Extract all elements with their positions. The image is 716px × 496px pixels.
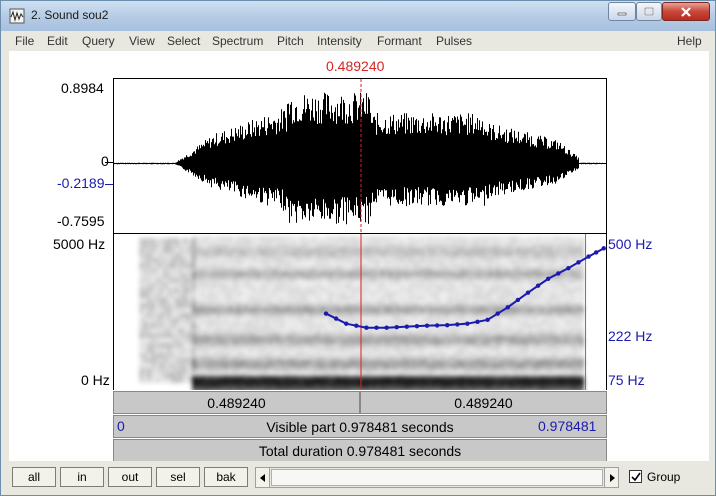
pitch-point <box>434 323 440 328</box>
zoom-back-button[interactable]: bak <box>204 467 248 487</box>
pitch-point <box>495 311 500 316</box>
title-bar[interactable]: 2. Sound sou2 <box>1 1 715 31</box>
scroll-thumb[interactable] <box>271 469 603 486</box>
pitch-point <box>576 260 581 265</box>
left-segment-duration: 0.489240 <box>207 394 266 411</box>
checkmark-icon <box>630 472 641 481</box>
visible-end-label: 0.978481 <box>538 418 597 434</box>
arrow-left-icon <box>259 473 265 482</box>
praat-app-icon <box>9 8 25 24</box>
pitch-point <box>455 322 460 327</box>
zoom-all-label: all <box>27 470 40 484</box>
zoom-all-button[interactable]: all <box>12 467 56 487</box>
spectrogram-panel[interactable] <box>113 234 607 390</box>
zoom-in-label: in <box>77 470 87 484</box>
left-segment-bar[interactable]: 0.489240 <box>113 391 360 414</box>
window-title: 2. Sound sou2 <box>31 8 109 22</box>
zoom-out-label: out <box>121 470 139 484</box>
spectrogram-freq-min-label: 0 Hz <box>81 372 110 388</box>
total-duration-text: Total duration 0.978481 seconds <box>258 442 462 459</box>
pitch-point <box>586 254 591 259</box>
menu-file[interactable]: File <box>15 34 34 48</box>
pitch-point <box>525 290 531 295</box>
cursor-time-label: 0.489240 <box>326 58 385 74</box>
group-label: Group <box>647 470 681 484</box>
menu-edit[interactable]: Edit <box>47 34 68 48</box>
maximize-icon <box>644 6 654 16</box>
bottom-bar: all in out sel bak Group <box>1 461 715 495</box>
spectrogram-freq-max-label: 5000 Hz <box>53 236 106 252</box>
pitch-point <box>545 276 551 281</box>
close-button[interactable] <box>662 2 710 21</box>
pitch-point <box>404 324 410 329</box>
pitch-point <box>566 265 571 271</box>
pitch-point <box>364 325 369 330</box>
pitch-point <box>323 311 329 316</box>
zoom-back-label: bak <box>216 470 236 484</box>
pitch-point <box>515 297 521 303</box>
pitch-point <box>414 323 420 329</box>
pitch-point <box>354 323 359 328</box>
horizontal-scrollbar[interactable] <box>255 467 619 488</box>
scroll-right-button[interactable] <box>604 468 618 487</box>
visible-part-text: Visible part 0.978481 seconds <box>266 418 454 435</box>
pitch-point <box>593 250 599 255</box>
pitch-point <box>475 319 480 324</box>
zero-tick <box>105 162 113 163</box>
right-segment-bar[interactable]: 0.489240 <box>360 391 607 414</box>
menu-formant[interactable]: Formant <box>377 34 422 48</box>
menu-pulses[interactable]: Pulses <box>436 34 472 48</box>
maximize-button[interactable] <box>636 2 662 21</box>
pitch-cursor-label: 222 Hz <box>608 328 653 344</box>
waveform-zero-label: 0 <box>101 153 109 169</box>
zoom-sel-button[interactable]: sel <box>156 467 200 487</box>
pitch-point <box>601 246 606 251</box>
pitch-point <box>505 305 510 310</box>
pitch-point <box>535 283 541 288</box>
waveform-plot <box>114 79 606 233</box>
close-icon <box>681 6 691 17</box>
total-duration-bar[interactable]: Total duration 0.978481 seconds <box>113 439 607 462</box>
zoom-out-button[interactable]: out <box>108 467 152 487</box>
pitch-point <box>445 322 450 328</box>
pitch-point <box>465 321 470 326</box>
menu-select[interactable]: Select <box>167 34 200 48</box>
spectrogram-energy <box>139 236 585 390</box>
visible-part-bar[interactable]: Visible part 0.978481 seconds <box>113 415 607 438</box>
zoom-in-button[interactable]: in <box>60 467 104 487</box>
menu-query[interactable]: Query <box>82 34 115 48</box>
menu-spectrum[interactable]: Spectrum <box>212 34 263 48</box>
waveform-cursor-value-label: -0.2189 <box>57 175 105 191</box>
spectrogram-plot <box>139 234 606 390</box>
minimize-button[interactable] <box>608 2 636 21</box>
minimize-icon <box>617 12 627 15</box>
cursor-value-tick <box>105 184 113 185</box>
pitch-point <box>485 317 490 323</box>
waveform-panel[interactable] <box>113 78 607 234</box>
pitch-point <box>374 325 379 330</box>
group-checkbox[interactable] <box>629 470 642 483</box>
waveform-ymax-label: 0.8984 <box>61 80 104 96</box>
menu-intensity[interactable]: Intensity <box>317 34 362 48</box>
right-segment-duration: 0.489240 <box>454 394 513 411</box>
menu-view[interactable]: View <box>129 34 155 48</box>
pitch-max-label: 500 Hz <box>608 236 653 252</box>
menu-bar: File Edit Query View Select Spectrum Pit… <box>9 31 709 51</box>
scroll-left-button[interactable] <box>256 468 270 487</box>
pitch-min-label: 75 Hz <box>608 372 645 388</box>
arrow-right-icon <box>609 473 615 482</box>
pitch-point <box>394 324 399 330</box>
menu-help[interactable]: Help <box>677 34 702 48</box>
pitch-point <box>384 325 389 330</box>
visible-start-label: 0 <box>117 418 125 434</box>
menu-pitch[interactable]: Pitch <box>277 34 304 48</box>
pitch-point <box>556 271 561 276</box>
pitch-point <box>424 323 430 328</box>
zoom-sel-label: sel <box>170 470 186 484</box>
waveform-ymin-label: -0.7595 <box>57 213 105 229</box>
pitch-point <box>344 321 349 326</box>
praat-sound-window: 2. Sound sou2 File Edit Query View Selec… <box>0 0 716 496</box>
pitch-point <box>333 316 339 321</box>
